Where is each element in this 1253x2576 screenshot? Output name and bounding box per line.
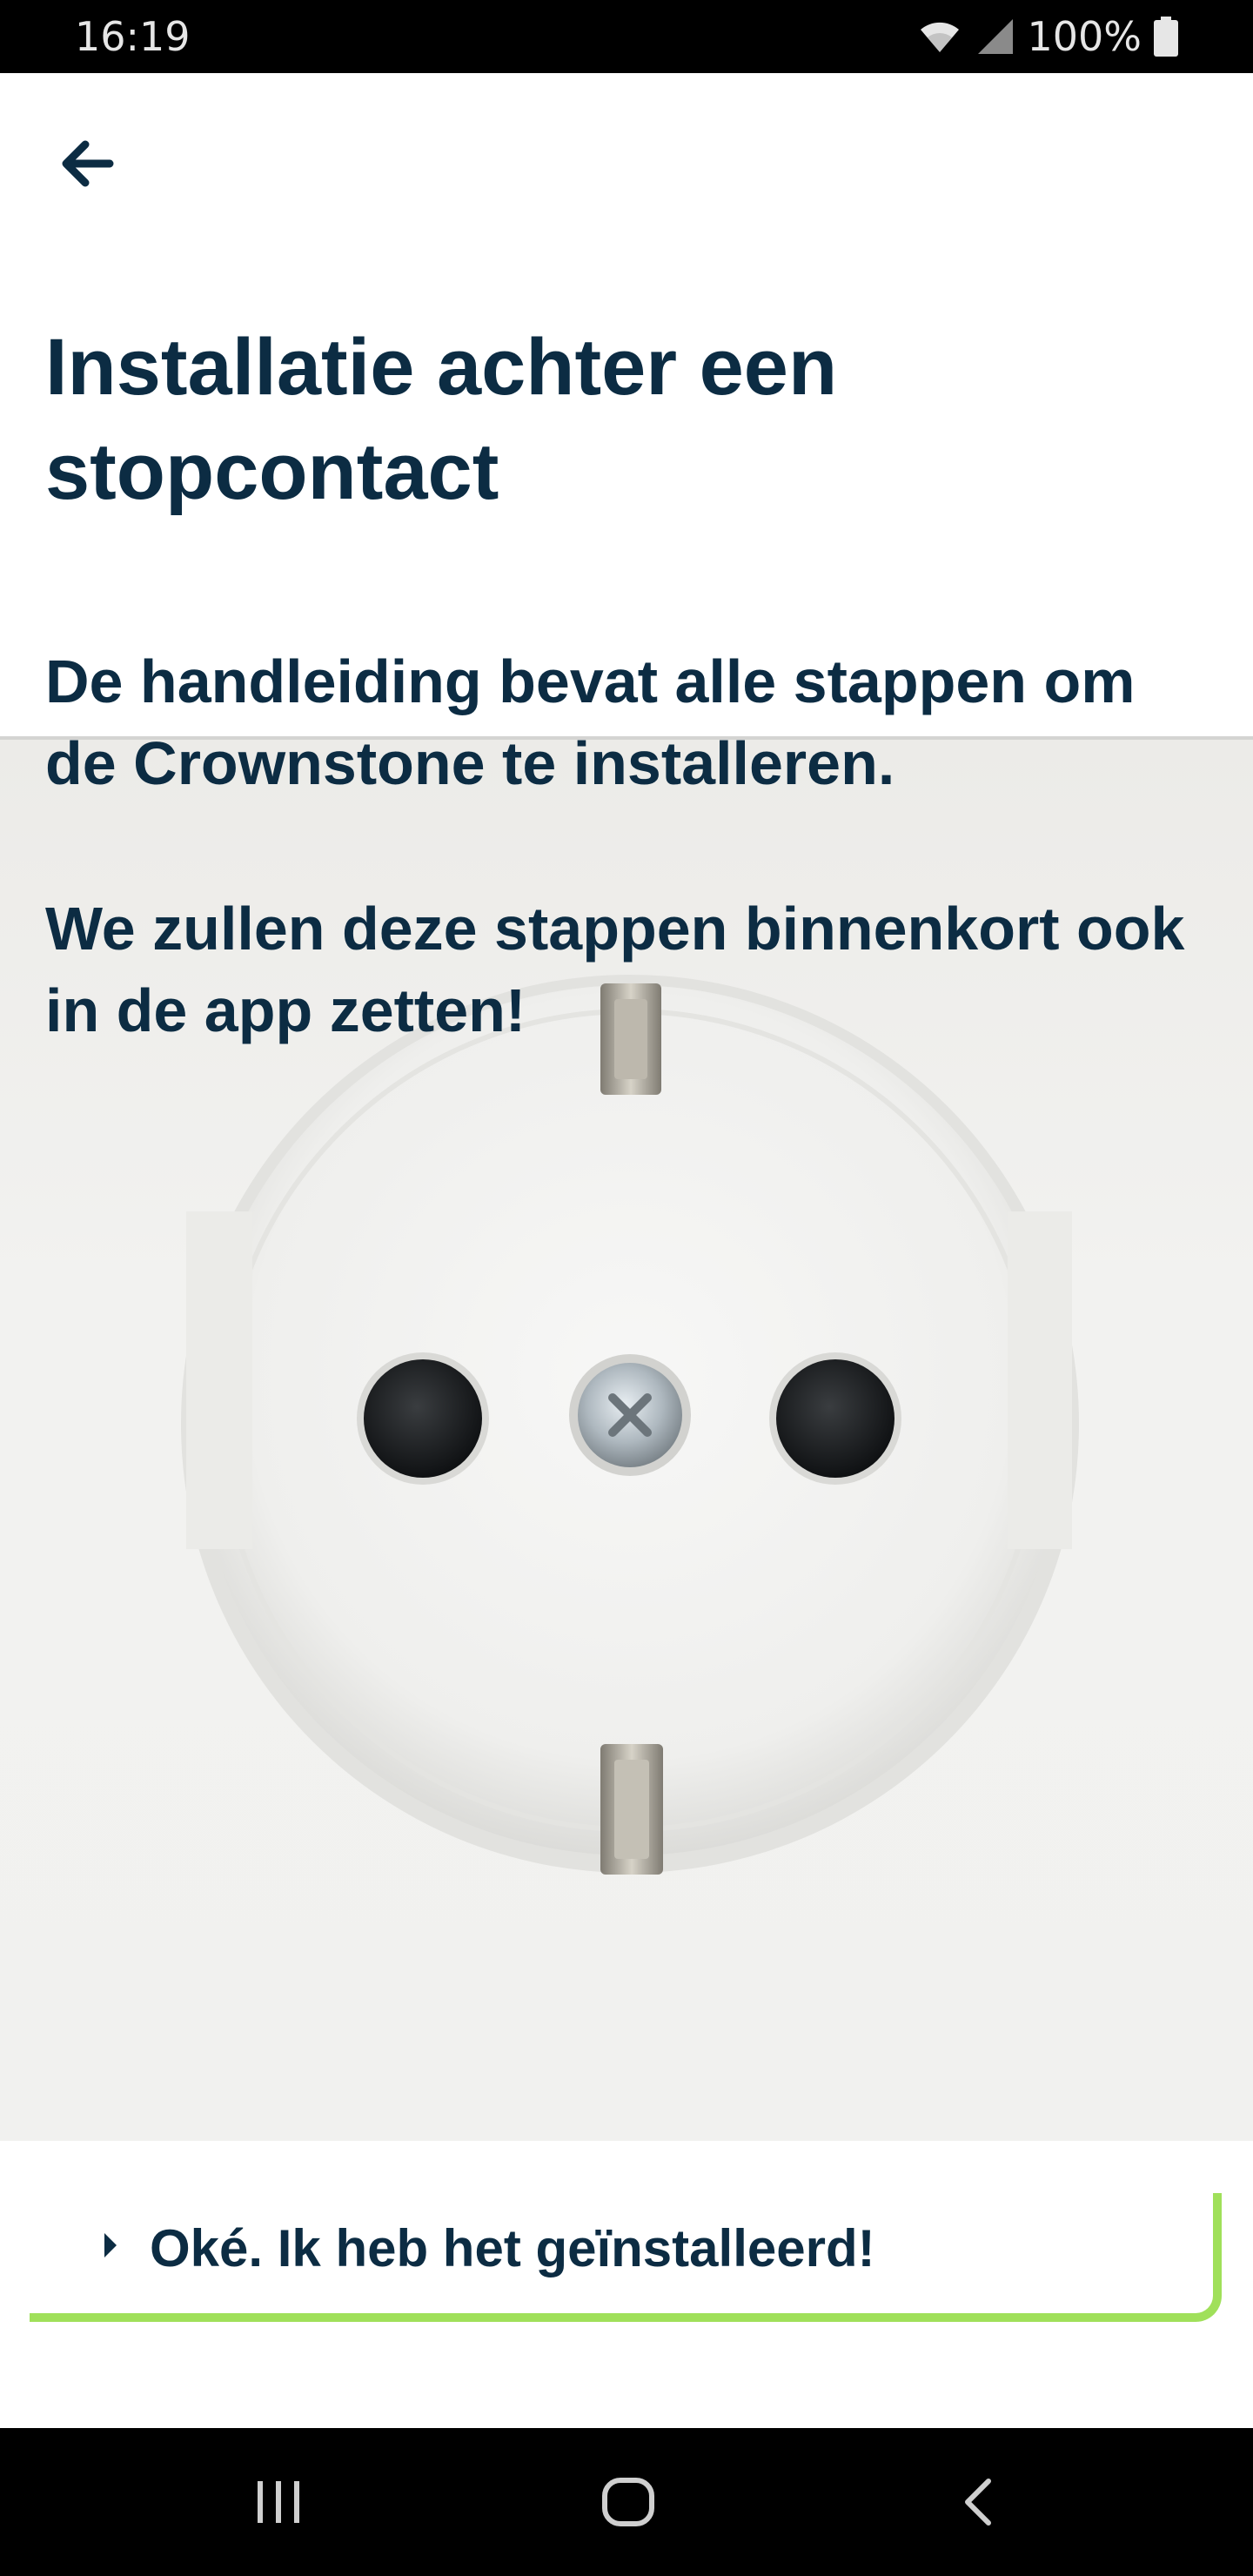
home-button[interactable] <box>585 2459 672 2546</box>
status-bar: 16:19 100% <box>0 0 1253 73</box>
action-panel: Oké. Ik heb het geïnstalleerd! <box>0 2141 1253 2428</box>
nav-back-button[interactable] <box>935 2459 1022 2546</box>
page-title: Installatie achter een stopcontact <box>45 323 838 516</box>
system-nav-bar <box>0 2428 1253 2576</box>
chevron-right-icon <box>104 2233 117 2257</box>
battery-icon <box>1154 17 1178 57</box>
back-button[interactable] <box>45 122 129 205</box>
signal-icon <box>975 17 1015 56</box>
arrow-left-icon <box>62 140 114 187</box>
status-time: 16:19 <box>75 13 191 60</box>
status-icons: 100% <box>917 12 1178 61</box>
instruction-paragraph-1: De handleiding bevat alle stappen om de … <box>45 647 1136 797</box>
home-icon <box>602 2478 654 2526</box>
recent-apps-button[interactable] <box>235 2459 322 2546</box>
back-icon <box>965 2479 991 2526</box>
battery-percentage: 100% <box>1027 13 1142 60</box>
wifi-icon <box>917 17 962 56</box>
installed-confirm-label: Oké. Ik heb het geïnstalleerd! <box>150 2219 875 2277</box>
recent-apps-icon <box>258 2481 299 2523</box>
installed-confirm-button[interactable]: Oké. Ik heb het geïnstalleerd! <box>30 2176 1222 2322</box>
instruction-paragraph-2: We zullen deze stappen binnenkort ook in… <box>45 895 1185 1044</box>
